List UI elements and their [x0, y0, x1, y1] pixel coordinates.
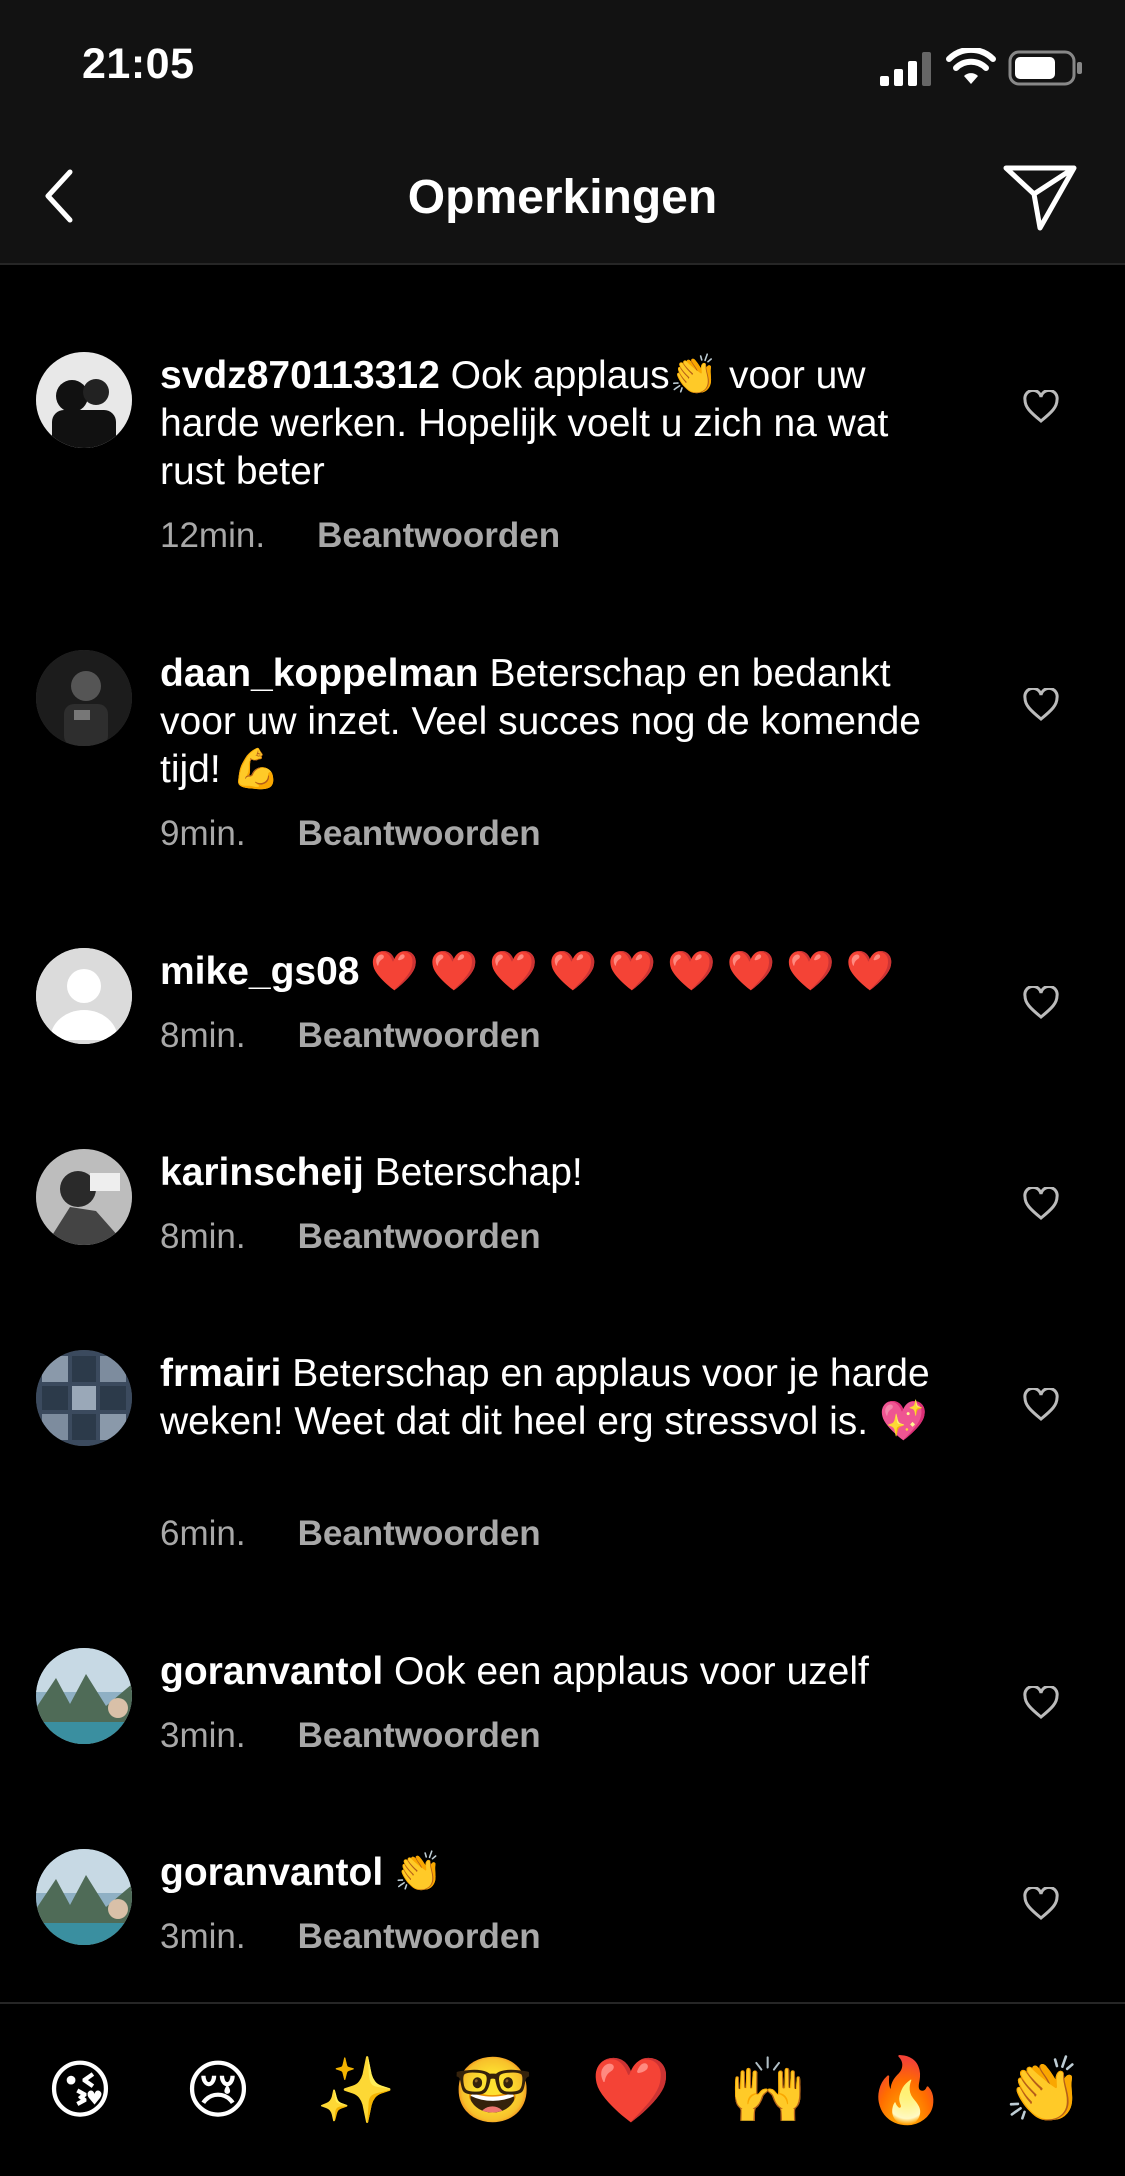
reply-button[interactable]: Beantwoorden — [298, 1716, 541, 1756]
reply-button[interactable]: Beantwoorden — [298, 1016, 541, 1056]
nav-bar: Opmerkingen — [0, 132, 1125, 265]
comment-time: 8min. — [160, 1016, 246, 1055]
wifi-icon — [946, 48, 996, 84]
comment-body: frmairi Beterschap en applaus voor je ha… — [160, 1350, 960, 1446]
heart-icon[interactable] — [1022, 688, 1060, 722]
heart-icon[interactable] — [1022, 1887, 1060, 1921]
emoji-fire-button[interactable]: 🔥 — [866, 2050, 946, 2130]
send-icon[interactable] — [1002, 162, 1078, 232]
avatar[interactable] — [36, 948, 132, 1044]
comment-meta: 9min. Beantwoorden — [160, 814, 541, 854]
comment-username[interactable]: daan_koppelman — [160, 652, 479, 695]
heart-icon[interactable] — [1022, 390, 1060, 424]
comment-time: 12min. — [160, 516, 266, 555]
comment-username[interactable]: goranvantol — [160, 1650, 383, 1693]
comment-text: Beterschap! — [374, 1151, 583, 1194]
avatar[interactable] — [36, 1648, 132, 1744]
emoji-sparkles-button[interactable]: ✨ — [316, 2050, 396, 2130]
emoji-kiss-button[interactable]: 😘 — [40, 2050, 120, 2130]
comment-time: 8min. — [160, 1217, 246, 1256]
comment-text: ❤️ ❤️ ❤️ ❤️ ❤️ ❤️ ❤️ ❤️ ❤️ — [370, 950, 895, 993]
avatar[interactable] — [36, 1350, 132, 1446]
comment-username[interactable]: frmairi — [160, 1352, 281, 1395]
comment-meta: 12min. Beantwoorden — [160, 516, 560, 556]
heart-icon[interactable] — [1022, 1388, 1060, 1422]
emoji-reaction-bar: 😘 😢 ✨ 🤓 ❤️ 🙌 🔥 👏 — [0, 2002, 1125, 2176]
comment-username[interactable]: mike_gs08 — [160, 950, 359, 993]
reply-button[interactable]: Beantwoorden — [298, 1917, 541, 1957]
heart-icon[interactable] — [1022, 986, 1060, 1020]
comments-screen: 21:05 Opmerkingen svdz870113312 Ook appl… — [0, 0, 1125, 2176]
comment-time: 6min. — [160, 1514, 246, 1553]
comment-username[interactable]: karinscheij — [160, 1151, 364, 1194]
emoji-raised-hands-button[interactable]: 🙌 — [728, 2050, 808, 2130]
comment-time: 3min. — [160, 1917, 246, 1956]
status-time: 21:05 — [82, 40, 195, 88]
comment-meta: 3min. Beantwoorden — [160, 1917, 541, 1957]
comment-username[interactable]: svdz870113312 — [160, 354, 440, 397]
comment-time: 3min. — [160, 1716, 246, 1755]
page-title: Opmerkingen — [407, 171, 718, 224]
comment-text: 👏 — [394, 1851, 443, 1894]
avatar[interactable] — [36, 352, 132, 448]
battery-icon — [1008, 50, 1082, 86]
comment-body: daan_koppelman Beterschap en bedankt voo… — [160, 650, 960, 794]
comment-meta: 3min. Beantwoorden — [160, 1716, 541, 1756]
heart-icon[interactable] — [1022, 1187, 1060, 1221]
avatar[interactable] — [36, 650, 132, 746]
comment-meta: 8min. Beantwoorden — [160, 1217, 541, 1257]
heart-icon[interactable] — [1022, 1686, 1060, 1720]
comment-body: goranvantol 👏 — [160, 1849, 960, 1897]
comment-username[interactable]: goranvantol — [160, 1851, 383, 1894]
comment-meta: 8min. Beantwoorden — [160, 1016, 541, 1056]
comment-body: karinscheij Beterschap! — [160, 1149, 960, 1197]
reply-button[interactable]: Beantwoorden — [298, 1514, 541, 1554]
comment-body: goranvantol Ook een applaus voor uzelf — [160, 1648, 960, 1696]
emoji-clap-button[interactable]: 👏 — [1004, 2050, 1084, 2130]
avatar[interactable] — [36, 1849, 132, 1945]
comment-body: svdz870113312 Ook applaus👏 voor uw harde… — [160, 352, 960, 496]
emoji-heart-button[interactable]: ❤️ — [591, 2050, 671, 2130]
status-bar: 21:05 — [0, 0, 1125, 132]
reply-button[interactable]: Beantwoorden — [298, 814, 541, 854]
reply-button[interactable]: Beantwoorden — [298, 1217, 541, 1257]
comment-time: 9min. — [160, 814, 246, 853]
avatar[interactable] — [36, 1149, 132, 1245]
signal-icon — [880, 52, 931, 86]
reply-button[interactable]: Beantwoorden — [317, 516, 560, 556]
comment-meta: 6min. Beantwoorden — [160, 1514, 541, 1554]
emoji-cry-button[interactable]: 😢 — [178, 2050, 258, 2130]
emoji-nerd-button[interactable]: 🤓 — [453, 2050, 533, 2130]
comment-text: Ook een applaus voor uzelf — [394, 1650, 869, 1693]
comment-body: mike_gs08 ❤️ ❤️ ❤️ ❤️ ❤️ ❤️ ❤️ ❤️ ❤️ — [160, 948, 960, 996]
